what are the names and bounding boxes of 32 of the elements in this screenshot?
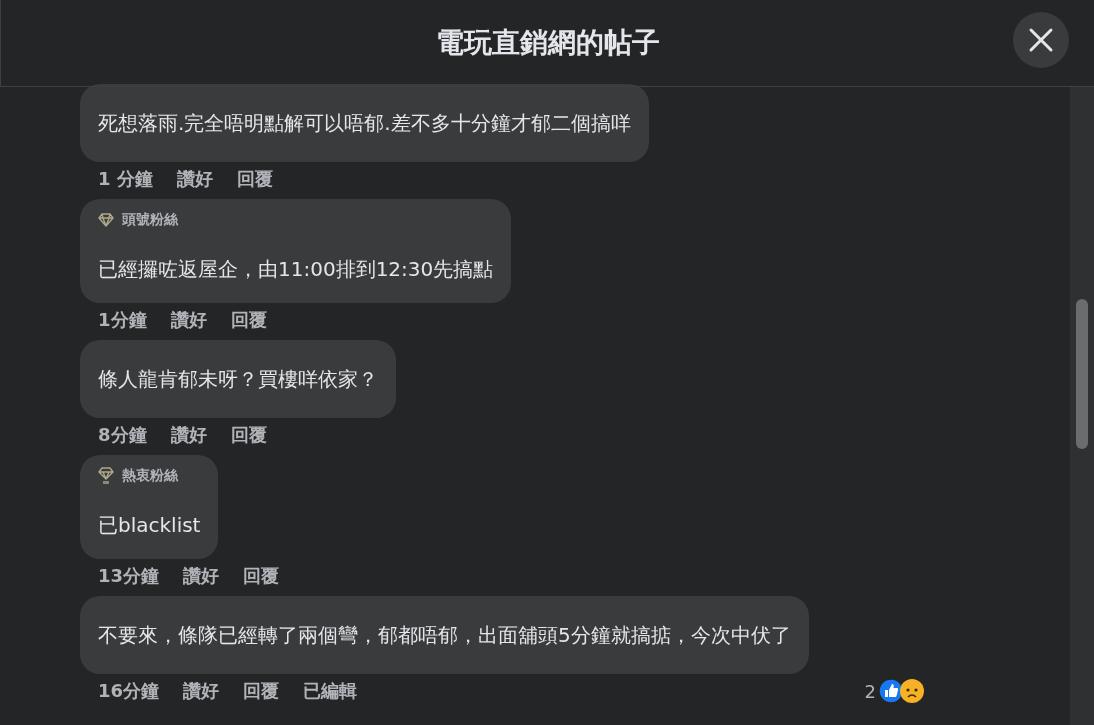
close-icon [1028, 27, 1054, 53]
like-link[interactable]: 讚好 [183, 679, 220, 703]
comment-text: 條人龍肯郁未呀？買樓咩依家？ [98, 366, 378, 393]
comment-time[interactable]: 1分鐘 [98, 308, 147, 332]
window-title: 電玩直銷網的帖子 [435, 25, 660, 61]
fan-badge-label: 熱衷粉絲 [122, 467, 178, 485]
comment-time[interactable]: 8分鐘 [98, 423, 147, 447]
reply-link[interactable]: 回覆 [230, 423, 267, 447]
reply-link[interactable]: 回覆 [243, 564, 280, 588]
like-link[interactable]: 讚好 [170, 423, 207, 447]
comment-text: 已經攞咗返屋企，由11:00排到12:30先搞點 [98, 256, 494, 283]
comment-text: 不要來，條隊已經轉了兩個彎，郁都唔郁，出面舖頭5分鐘就搞掂，今次中伏了 [98, 622, 791, 649]
reaction-count: 2 [864, 680, 876, 702]
comment-text: 死想落雨.完全唔明點解可以唔郁.差不多十分鐘才郁二個搞咩 [98, 110, 631, 137]
edited-label[interactable]: 已編輯 [303, 679, 358, 703]
reply-link[interactable]: 回覆 [243, 679, 280, 703]
reply-link[interactable]: 回覆 [230, 308, 267, 332]
like-link[interactable]: 讚好 [176, 167, 213, 191]
comment-time[interactable]: 16分鐘 [98, 679, 160, 703]
comment-text: 已blacklist [98, 512, 201, 539]
sad-face-icon[interactable] [899, 678, 925, 704]
diamond-icon [98, 213, 114, 227]
comment-time[interactable]: 13分鐘 [98, 564, 160, 588]
like-link[interactable]: 讚好 [183, 564, 220, 588]
gem-icon [98, 467, 114, 485]
thumbs-up-icon[interactable] [878, 678, 904, 704]
comment-time[interactable]: 1 分鐘 [98, 167, 153, 191]
like-link[interactable]: 讚好 [170, 308, 207, 332]
scrollbar[interactable] [1070, 87, 1094, 725]
close-button[interactable] [1013, 12, 1069, 68]
reply-link[interactable]: 回覆 [236, 167, 273, 191]
fan-badge-label: 頭號粉絲 [122, 211, 178, 229]
